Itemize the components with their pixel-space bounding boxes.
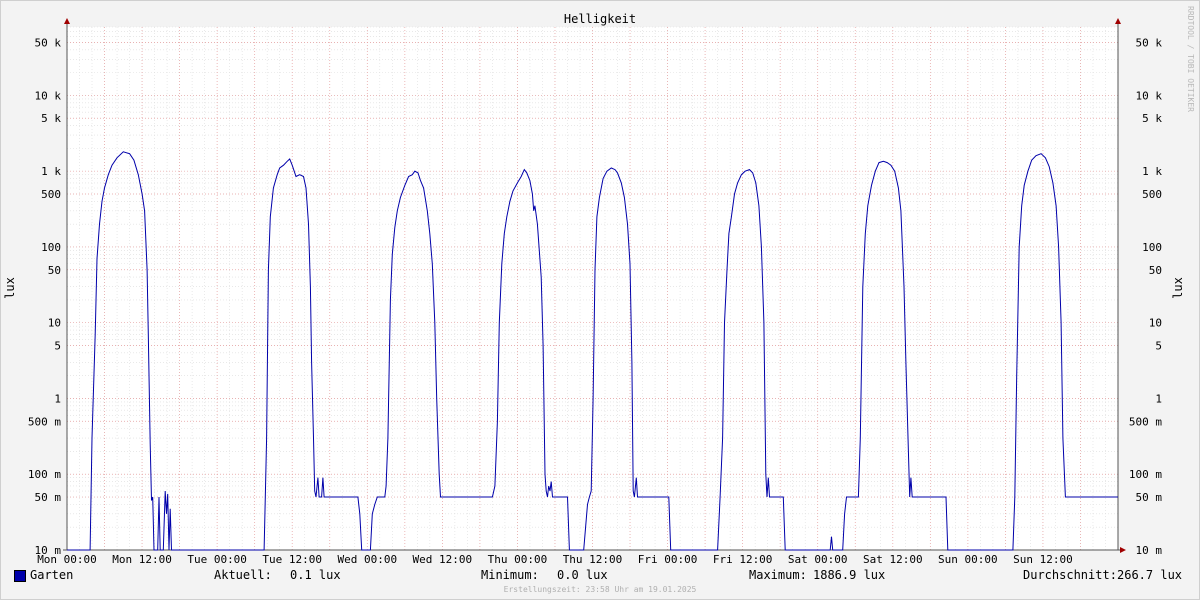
x-tick-label: Thu 12:00: [563, 553, 623, 566]
y-tick-label-right: 1 k: [1142, 165, 1162, 178]
y-tick-label-right: 10: [1149, 317, 1162, 330]
y-tick-label-right: 10 k: [1136, 89, 1163, 102]
y-tick-label-left: 100: [41, 241, 61, 254]
legend-current-value: 0.1 lux: [290, 568, 341, 582]
y-tick-label-right: 500: [1142, 188, 1162, 201]
chart-window: 10 m 10 m 50 m 50 m 100 m 100 m 500 m 500 m1155…: [0, 0, 1200, 600]
y-tick-label-left: 5: [54, 340, 61, 353]
y-tick-label-left: 50 m: [35, 491, 62, 504]
y-tick-label-left: 500: [41, 188, 61, 201]
y-tick-label-left: 1 k: [41, 165, 61, 178]
x-tick-label: Wed 12:00: [413, 553, 473, 566]
x-tick-label: Sat 12:00: [863, 553, 923, 566]
y-tick-label-left: 50 k: [35, 36, 62, 49]
footnote: Erstellungszeit: 23:58 Uhr am 19.01.2025: [503, 585, 697, 594]
y-tick-label-right: 50 m: [1136, 491, 1163, 504]
y-tick-label-right: 50: [1149, 264, 1162, 277]
y-tick-label-right: 100: [1142, 241, 1162, 254]
y-tick-label-left: 10 k: [35, 89, 62, 102]
chart-svg: 10 m 10 m50 m 50 m100 m 100 m500 m 500 m1 15 5…: [3, 12, 1185, 566]
x-tick-label: Tue 12:00: [262, 553, 322, 566]
x-axis-arrow: [1120, 547, 1126, 553]
y-tick-label-left: 100 m: [28, 468, 61, 481]
y-axis-arrow-left: [64, 18, 70, 24]
legend-max-value: 1886.9 lux: [813, 568, 886, 582]
x-tick-label: Thu 00:00: [488, 553, 548, 566]
y-tick-label-right: 5: [1155, 340, 1162, 353]
legend-avg-label: Durchschnitt:: [1023, 568, 1117, 582]
y-axis-arrow-right: [1115, 18, 1121, 24]
y-tick-label-left: 500 m: [28, 415, 61, 428]
legend-swatch: [14, 570, 26, 582]
x-tick-label: Mon 00:00: [37, 553, 97, 566]
x-tick-label: Wed 00:00: [337, 553, 397, 566]
x-tick-label: Fri 00:00: [638, 553, 698, 566]
x-tick-label: Sat 00:00: [788, 553, 848, 566]
chart-title: Helligkeit: [564, 12, 636, 26]
x-tick-label: Fri 12:00: [713, 553, 773, 566]
y-tick-label-right: 10 m: [1136, 544, 1163, 557]
y-tick-label-left: 1: [54, 392, 61, 405]
x-tick-label: Tue 00:00: [187, 553, 247, 566]
y-tick-label-right: 50 k: [1136, 36, 1163, 49]
legend-min-value: 0.0 lux: [557, 568, 608, 582]
legend-max-label: Maximum:: [749, 568, 807, 582]
legend-min-label: Minimum:: [481, 568, 539, 582]
legend-current-label: Aktuell:: [214, 568, 272, 582]
x-tick-label: Mon 12:00: [112, 553, 172, 566]
y-tick-label-right: 5 k: [1142, 112, 1162, 125]
watermark: RRDTOOL / TOBI OETIKER: [1186, 6, 1195, 112]
y-tick-label-left: 10: [48, 317, 61, 330]
x-tick-label: Sun 12:00: [1013, 553, 1073, 566]
y-tick-label-right: 100 m: [1129, 468, 1162, 481]
y-tick-label-right: 500 m: [1129, 415, 1162, 428]
y-axis-label-left: lux: [3, 277, 17, 299]
y-tick-label-left: 5 k: [41, 112, 61, 125]
y-axis-label-right: lux: [1171, 277, 1185, 299]
y-tick-label-left: 50: [48, 264, 61, 277]
y-tick-label-right: 1: [1155, 392, 1162, 405]
legend-series-label: Garten: [30, 568, 74, 582]
legend-avg-value: 266.7 lux: [1117, 568, 1183, 582]
x-tick-label: Sun 00:00: [938, 553, 998, 566]
